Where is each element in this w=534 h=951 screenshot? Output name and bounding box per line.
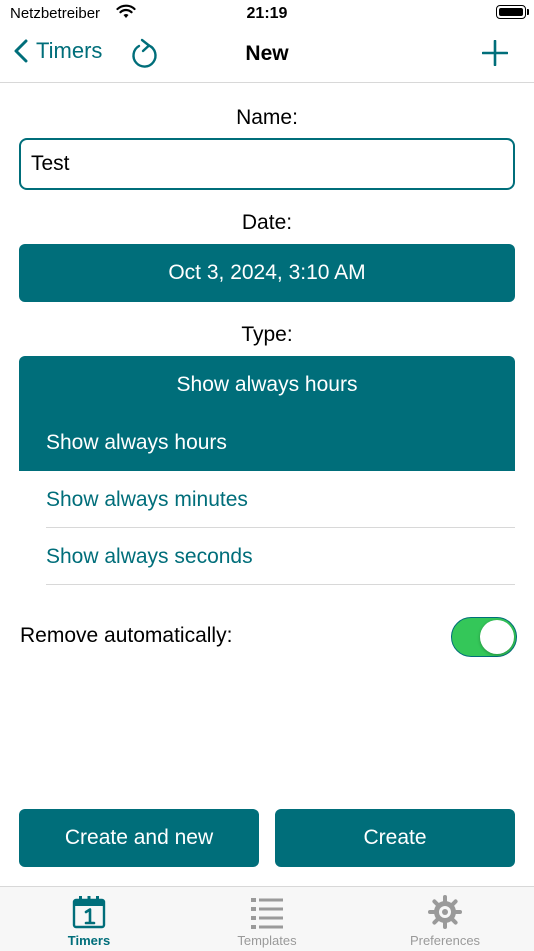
name-input[interactable] [19, 138, 515, 190]
type-option-hours[interactable]: Show always hours [19, 414, 515, 471]
tab-label: Preferences [409, 933, 481, 948]
remove-automatically-label: Remove automatically: [20, 624, 233, 647]
status-bar: Netzbetreiber 21:19 [0, 0, 534, 28]
create-and-new-button[interactable]: Create and new [19, 809, 259, 867]
type-option-minutes[interactable]: Show always minutes [19, 471, 515, 528]
tab-label: Timers [67, 933, 111, 948]
calendar-icon [72, 895, 106, 929]
divider [46, 584, 515, 585]
tab-preferences[interactable]: Preferences [356, 887, 534, 951]
remove-automatically-toggle[interactable] [451, 617, 517, 657]
tab-templates[interactable]: Templates [178, 887, 356, 951]
tab-label: Templates [237, 933, 297, 948]
list-icon [250, 895, 284, 929]
navigation-bar: Timers New [0, 28, 534, 83]
battery-icon [496, 5, 529, 19]
status-time: 21:19 [246, 5, 288, 22]
gear-icon [428, 895, 462, 929]
plus-icon [481, 39, 509, 67]
create-button[interactable]: Create [275, 809, 515, 867]
type-option-seconds[interactable]: Show always seconds [19, 528, 515, 585]
type-select-button[interactable]: Show always hours [19, 356, 515, 414]
type-label: Type: [241, 323, 293, 346]
add-button[interactable] [481, 39, 509, 71]
tab-timers[interactable]: Timers [0, 887, 178, 951]
date-picker-button[interactable]: Oct 3, 2024, 3:10 AM [19, 244, 515, 302]
name-label: Name: [236, 106, 298, 129]
page-title: New [245, 42, 289, 65]
toggle-knob [480, 620, 514, 654]
tab-bar: Timers Templates Preferences [0, 886, 534, 951]
date-label: Date: [241, 211, 293, 234]
